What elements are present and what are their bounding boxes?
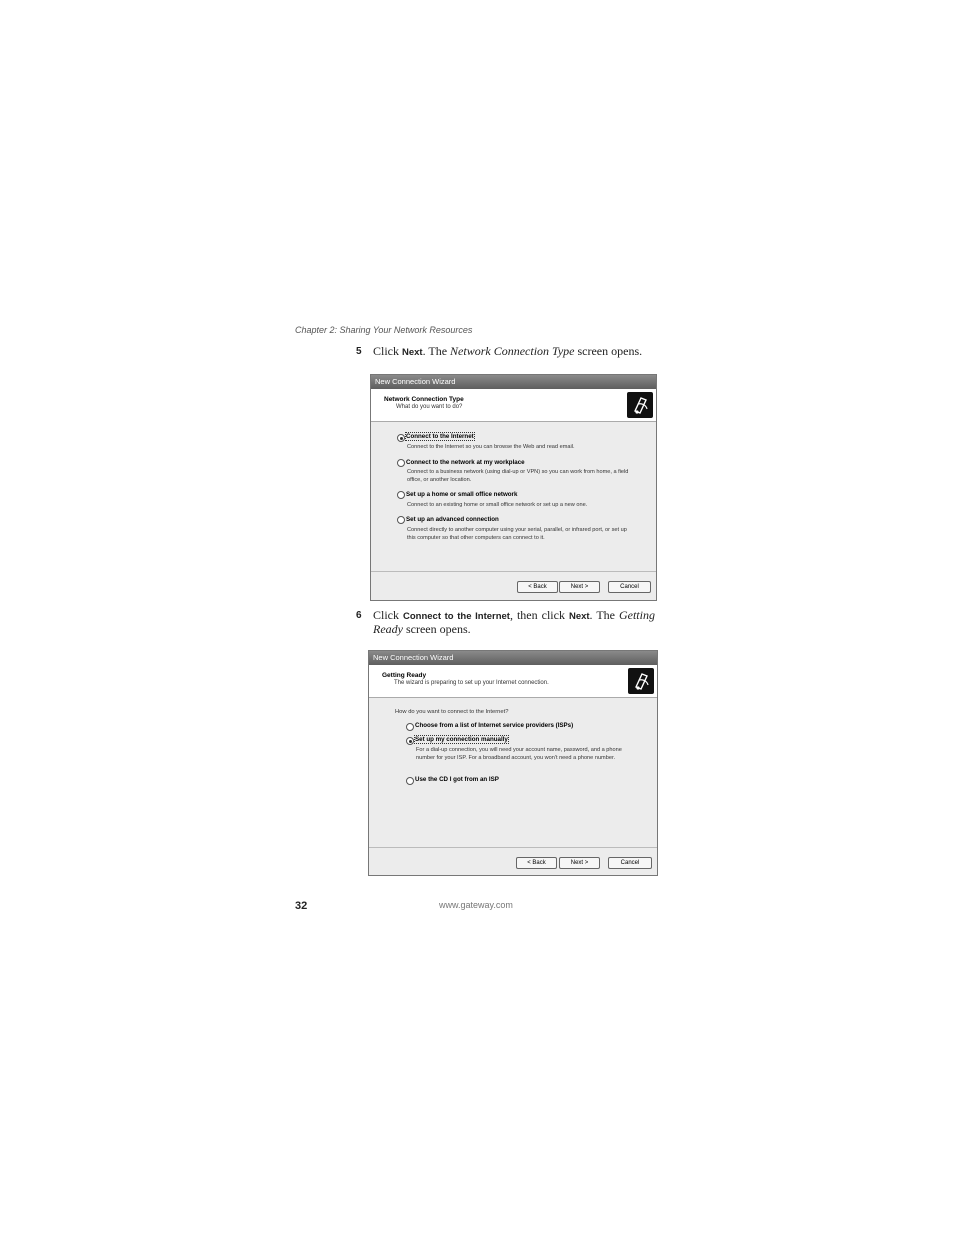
step-text: Click <box>373 608 403 622</box>
step-text: , then click <box>509 608 569 622</box>
radio-use-cd[interactable] <box>406 777 414 785</box>
option-desc: Connect to the Internet so you can brows… <box>407 444 575 450</box>
network-wizard-icon <box>628 668 654 694</box>
footer-url: www.gateway.com <box>439 900 513 910</box>
step-text: screen opens. <box>574 344 643 358</box>
next-button[interactable]: Next > <box>559 857 600 869</box>
radio-home-network[interactable] <box>397 491 405 499</box>
radio-connect-workplace[interactable] <box>397 459 405 467</box>
step-text: screen opens. <box>402 622 471 636</box>
cancel-button[interactable]: Cancel <box>608 857 652 869</box>
radio-advanced-connection[interactable] <box>397 516 405 524</box>
step-5: 5 Click Next. The Network Connection Typ… <box>356 344 658 359</box>
wizard-heading: Network Connection Type <box>384 396 464 403</box>
option-desc: Connect directly to another computer usi… <box>407 527 627 541</box>
option-desc: Connect to a business network (using dia… <box>407 469 629 483</box>
step-6: 6 Click Connect to the Internet, then cl… <box>356 608 655 636</box>
ui-term: Connect to the Internet <box>403 611 510 622</box>
network-wizard-icon <box>627 392 653 418</box>
option-setup-manually-label[interactable]: Set up my connection manually <box>414 735 509 744</box>
step-text: . The <box>589 608 619 622</box>
wizard-header: Getting Ready The wizard is preparing to… <box>369 665 657 698</box>
radio-choose-isp[interactable] <box>406 723 414 731</box>
step-text: Click <box>373 344 402 358</box>
radio-connect-internet[interactable] <box>397 434 405 442</box>
window-title: New Connection Wizard <box>369 651 657 665</box>
option-connect-workplace-label[interactable]: Connect to the network at my workplace <box>406 459 525 466</box>
step-text: . The <box>422 344 451 358</box>
chapter-header: Chapter 2: Sharing Your Network Resource… <box>295 325 473 335</box>
option-connect-internet-label[interactable]: Connect to the Internet <box>405 432 475 441</box>
connection-question: How do you want to connect to the Intern… <box>395 709 509 715</box>
wizard-window-network-connection-type: New Connection Wizard Network Connection… <box>370 374 657 601</box>
cancel-button[interactable]: Cancel <box>608 581 651 593</box>
divider <box>371 571 656 572</box>
back-button[interactable]: < Back <box>517 581 558 593</box>
option-advanced-connection-label[interactable]: Set up an advanced connection <box>406 516 499 523</box>
next-button[interactable]: Next > <box>559 581 600 593</box>
option-use-cd-label[interactable]: Use the CD I got from an ISP <box>415 776 499 783</box>
back-button[interactable]: < Back <box>516 857 557 869</box>
wizard-heading: Getting Ready <box>382 672 427 679</box>
page-number: 32 <box>295 900 308 912</box>
wizard-header: Network Connection Type What do you want… <box>371 389 656 422</box>
option-desc: Connect to an existing home or small off… <box>407 502 588 508</box>
ui-term: Next <box>402 347 423 358</box>
radio-setup-manually[interactable] <box>406 737 414 745</box>
screen-name: Network Connection Type <box>450 344 575 358</box>
window-title: New Connection Wizard <box>371 375 656 389</box>
step-number: 5 <box>356 346 362 357</box>
divider <box>369 847 657 848</box>
wizard-subheading: The wizard is preparing to set up your I… <box>394 680 549 686</box>
step-number: 6 <box>356 610 362 621</box>
ui-term: Next <box>568 611 590 622</box>
option-choose-isp-label[interactable]: Choose from a list of Internet service p… <box>415 722 573 729</box>
option-home-network-label[interactable]: Set up a home or small office network <box>406 491 517 498</box>
wizard-subheading: What do you want to do? <box>396 404 463 410</box>
option-desc: For a dial-up connection, you will need … <box>416 747 622 761</box>
wizard-window-getting-ready: New Connection Wizard Getting Ready The … <box>368 650 658 876</box>
